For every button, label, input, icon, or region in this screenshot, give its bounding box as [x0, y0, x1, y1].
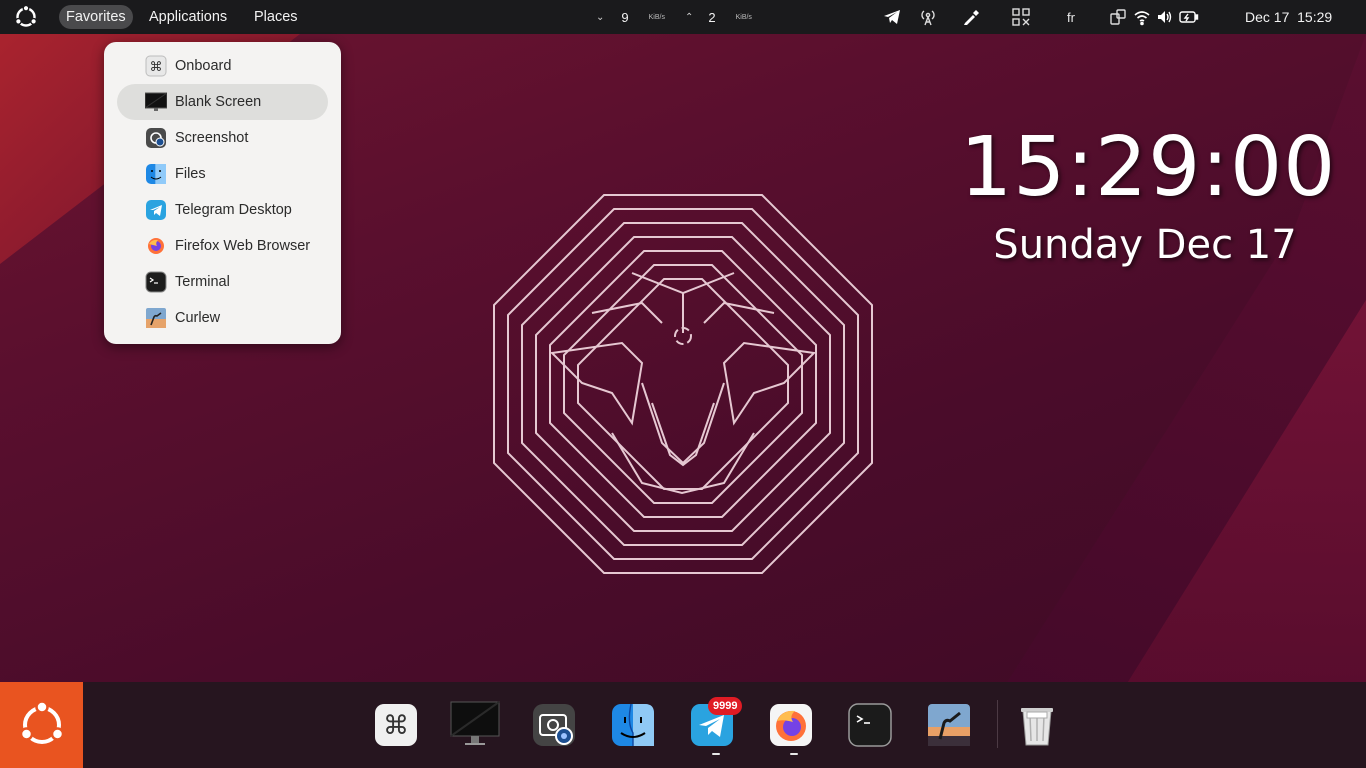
- show-apps-button[interactable]: [0, 682, 83, 768]
- dock-trash-icon[interactable]: [1015, 703, 1059, 747]
- top-clock[interactable]: Dec 17 15:29: [1245, 0, 1332, 34]
- dock-firefox-icon[interactable]: [769, 703, 813, 747]
- top-panel: Favorites Applications Places ⌄ 9 KiB/s …: [0, 0, 1366, 34]
- menu-item-curlew[interactable]: Curlew: [117, 300, 328, 336]
- top-date: Dec 17: [1245, 9, 1290, 25]
- monitor-icon: [145, 92, 167, 111]
- ubuntu-logo-icon: [19, 700, 64, 744]
- onboard-icon: ⌘: [145, 55, 167, 77]
- menu-item-screenshot[interactable]: Screenshot: [117, 120, 328, 156]
- menu-item-blank-screen[interactable]: Blank Screen: [117, 84, 328, 120]
- download-speed: 9: [621, 9, 629, 25]
- dock: ⌘ 9999: [0, 682, 1366, 768]
- ubuntu-logo-icon[interactable]: [14, 5, 38, 29]
- menu-item-label: Curlew: [175, 310, 221, 326]
- files-icon: [146, 164, 166, 184]
- qr-code-icon[interactable]: [1011, 7, 1031, 27]
- running-indicator: [790, 753, 798, 755]
- upload-unit: KiB/s: [735, 13, 752, 21]
- maze-wallpaper-emblem: [493, 194, 873, 574]
- telegram-unread-badge: 9999: [708, 697, 743, 715]
- desktop-clock-date: Sunday Dec 17: [993, 222, 1297, 268]
- dock-separator: [997, 700, 998, 748]
- dock-terminal-icon[interactable]: [848, 703, 892, 747]
- download-arrow-icon: ⌄: [596, 11, 605, 23]
- menu-item-label: Terminal: [175, 274, 230, 290]
- screen-rotate-icon[interactable]: [1108, 7, 1128, 27]
- download-unit: KiB/s: [648, 13, 665, 21]
- upload-arrow-icon: ⌃: [684, 11, 694, 23]
- menu-item-label: Screenshot: [175, 130, 249, 146]
- applications-menu-button[interactable]: Applications: [142, 5, 234, 29]
- top-time: 15:29: [1297, 9, 1333, 25]
- firefox-icon: [146, 236, 166, 256]
- favorites-menu-button[interactable]: Favorites: [59, 5, 133, 29]
- menu-item-onboard[interactable]: ⌘ Onboard: [117, 48, 328, 84]
- wifi-icon[interactable]: [1132, 7, 1152, 27]
- menu-item-telegram[interactable]: Telegram Desktop: [117, 192, 328, 228]
- svg-text:⌘: ⌘: [150, 60, 163, 75]
- network-monitor[interactable]: ⌄ 9 KiB/s ⌃ 2 KiB/s: [596, 0, 752, 34]
- menu-item-label: Blank Screen: [175, 94, 262, 110]
- terminal-icon: [145, 271, 167, 293]
- color-picker-icon[interactable]: [961, 7, 981, 27]
- dock-screenshot-icon[interactable]: [532, 703, 576, 747]
- menu-item-label: Files: [175, 166, 206, 182]
- menu-item-label: Telegram Desktop: [175, 202, 292, 218]
- desktop-clock-time: 15:29:00: [960, 120, 1337, 215]
- menu-item-terminal[interactable]: Terminal: [117, 264, 328, 300]
- broadcast-tower-icon[interactable]: [918, 7, 938, 27]
- dock-curlew-icon[interactable]: [927, 703, 971, 747]
- dock-monitor-icon[interactable]: [450, 699, 500, 749]
- upload-speed: 2: [708, 9, 716, 25]
- volume-icon[interactable]: [1155, 7, 1175, 27]
- telegram-tray-icon[interactable]: [882, 7, 902, 27]
- menu-item-firefox[interactable]: Firefox Web Browser: [117, 228, 328, 264]
- menu-item-label: Firefox Web Browser: [175, 238, 311, 254]
- curlew-icon: [146, 308, 166, 328]
- camera-icon: [146, 128, 166, 148]
- menu-item-files[interactable]: Files: [117, 156, 328, 192]
- svg-text:⌘: ⌘: [383, 711, 409, 741]
- dock-files-icon[interactable]: [611, 703, 655, 747]
- running-indicator: [712, 753, 720, 755]
- places-menu-button[interactable]: Places: [247, 5, 305, 29]
- keyboard-layout-indicator[interactable]: fr: [1061, 7, 1081, 27]
- menu-item-label: Onboard: [175, 58, 232, 74]
- telegram-icon: [146, 200, 166, 220]
- favorites-menu: ⌘ Onboard Blank Screen Screenshot Files …: [104, 42, 341, 344]
- dock-onboard-icon[interactable]: ⌘: [374, 703, 418, 747]
- battery-icon[interactable]: [1179, 7, 1199, 27]
